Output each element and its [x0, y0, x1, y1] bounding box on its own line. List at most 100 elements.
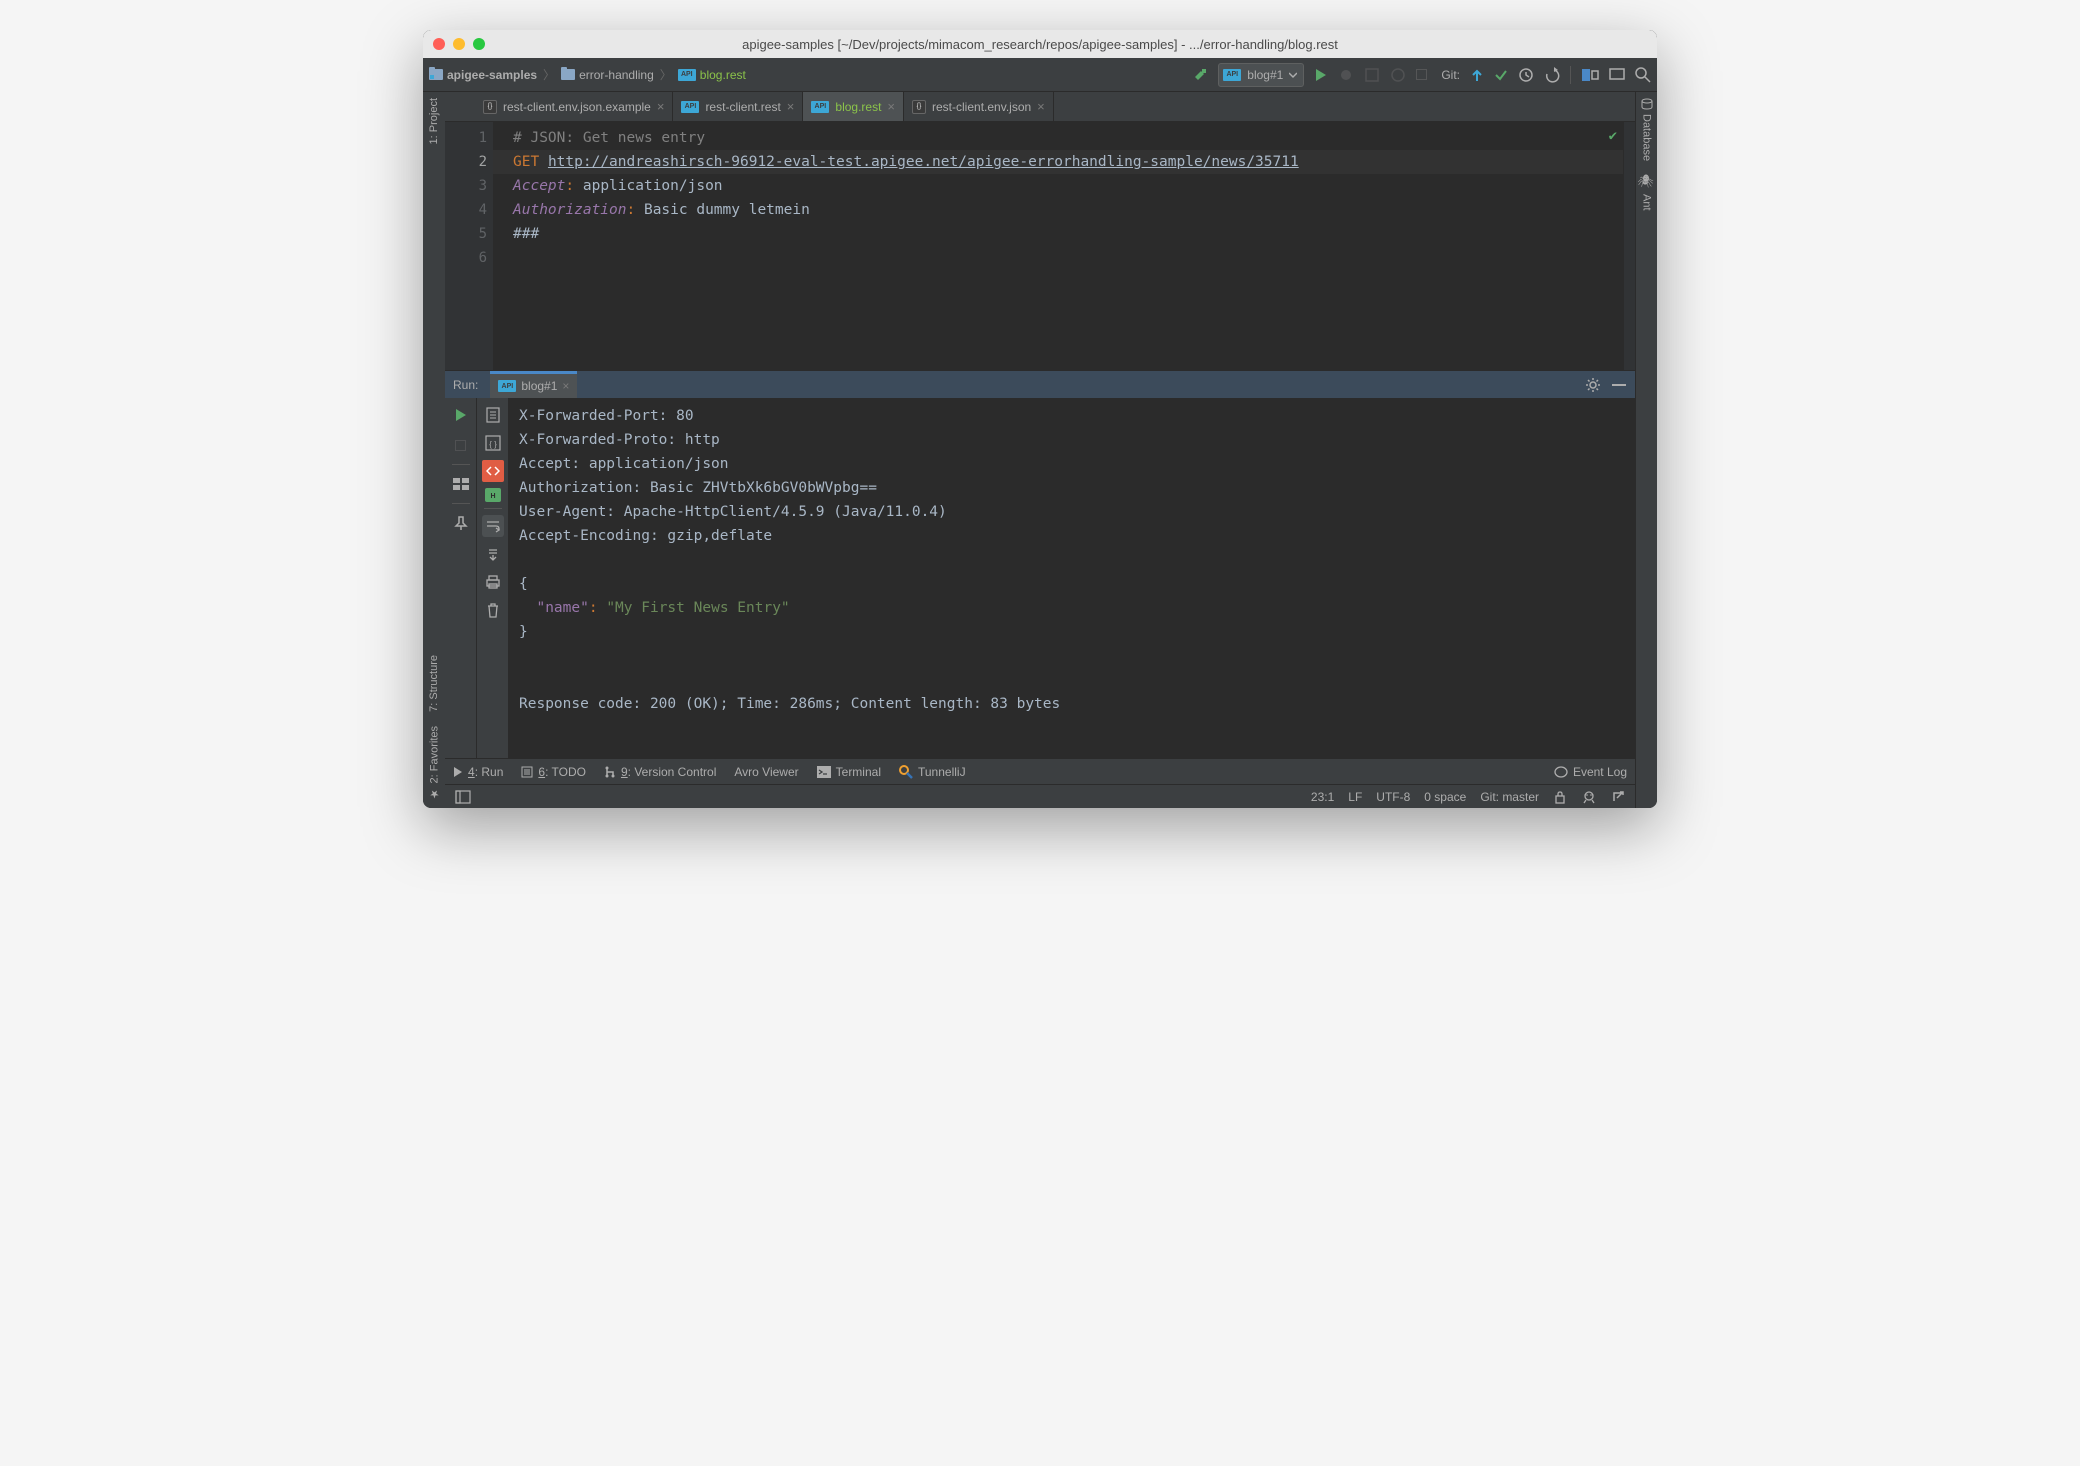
bottom-toolbar: 4: Run4: Run 6: TODO6: TODO 9: Version C…: [445, 758, 1635, 784]
trash-icon[interactable]: [482, 599, 504, 621]
goto-icon[interactable]: [1611, 790, 1625, 804]
favorites-tool[interactable]: ★2: Favorites: [428, 720, 441, 806]
code-separator: ###: [513, 222, 1623, 246]
search-icon[interactable]: [1635, 67, 1651, 83]
output-console[interactable]: X-Forwarded-Port: 80 X-Forwarded-Proto: …: [509, 398, 1635, 758]
api-file-icon: API: [811, 101, 829, 113]
tab-rest-client-env-example[interactable]: {} rest-client.env.json.example ×: [475, 92, 673, 121]
gutter[interactable]: 1 2 3 4 5 6: [445, 122, 493, 370]
header-value: Basic dummy letmein: [644, 202, 810, 218]
left-tool-strip: 1: Project 7: Structure ★2: Favorites: [423, 92, 445, 808]
window-close-icon[interactable]: [433, 38, 445, 50]
line-number[interactable]: 5: [445, 222, 487, 246]
layout-icon[interactable]: [450, 473, 472, 495]
git-update-icon[interactable]: [1470, 68, 1484, 82]
stop-icon[interactable]: [1416, 69, 1427, 80]
window-zoom-icon[interactable]: [473, 38, 485, 50]
vcs-tool-button[interactable]: 9: Version Control9: Version Control: [604, 765, 716, 779]
coverage-icon[interactable]: [1364, 67, 1380, 83]
caret-position[interactable]: 23:1: [1311, 790, 1334, 804]
database-tool[interactable]: Database: [1641, 92, 1653, 167]
folder-icon: [429, 69, 443, 80]
run-tool-header[interactable]: Run: API blog#1 ×: [445, 370, 1635, 398]
line-number[interactable]: 6: [445, 246, 487, 270]
breadcrumb-folder[interactable]: error-handling: [579, 68, 654, 82]
api-file-icon: API: [681, 101, 699, 113]
http-url[interactable]: http://andreashirsch-96912-eval-test.api…: [548, 154, 1299, 170]
structure-popup-icon[interactable]: [1581, 68, 1599, 82]
window-minimize-icon[interactable]: [453, 38, 465, 50]
gear-icon[interactable]: [1585, 377, 1601, 393]
stop-icon[interactable]: [450, 434, 472, 456]
terminal-tool-button[interactable]: Terminal: [817, 765, 881, 779]
header-value: application/json: [583, 178, 723, 194]
breadcrumb-file[interactable]: blog.rest: [700, 68, 746, 82]
ant-tool[interactable]: 🕷 Ant: [1639, 167, 1654, 216]
tab-rest-client-env-json[interactable]: {} rest-client.env.json ×: [904, 92, 1054, 121]
profiler-icon[interactable]: [1390, 67, 1406, 83]
tunnel-tool-button[interactable]: TunnelliJ: [899, 765, 966, 779]
html-view-icon[interactable]: [482, 460, 504, 482]
tab-rest-client-rest[interactable]: API rest-client.rest ×: [673, 92, 803, 121]
api-file-icon: API: [498, 380, 516, 392]
api-file-icon: API: [1223, 69, 1241, 81]
window-title: apigee-samples [~/Dev/projects/mimacom_r…: [433, 37, 1647, 52]
response-header: Accept: application/json: [519, 452, 1635, 476]
breadcrumb[interactable]: apigee-samples 〉 error-handling 〉 APIblo…: [429, 66, 746, 83]
run-tab[interactable]: API blog#1 ×: [490, 371, 577, 398]
encoding[interactable]: UTF-8: [1376, 790, 1410, 804]
doc-icon[interactable]: [482, 404, 504, 426]
indent[interactable]: 0 space: [1424, 790, 1466, 804]
todo-tool-button[interactable]: 6: TODO6: TODO: [521, 765, 586, 779]
revert-icon[interactable]: [1544, 67, 1560, 83]
run-configuration-selector[interactable]: API blog#1: [1218, 63, 1304, 87]
line-number[interactable]: 1: [445, 126, 487, 150]
run-play-icon[interactable]: [1314, 68, 1328, 82]
presentation-icon[interactable]: [1609, 68, 1625, 82]
close-icon[interactable]: ×: [562, 379, 569, 393]
line-number[interactable]: 2: [445, 150, 487, 174]
code-area[interactable]: ✔ # JSON: Get news entry GET http://andr…: [493, 122, 1623, 370]
scroll-to-end-icon[interactable]: [482, 543, 504, 565]
project-tool[interactable]: 1: Project: [428, 92, 440, 150]
har-view-icon[interactable]: H: [485, 488, 501, 502]
close-icon[interactable]: ×: [657, 99, 665, 114]
avro-tool-button[interactable]: Avro Viewer: [734, 765, 798, 779]
print-icon[interactable]: [482, 571, 504, 593]
hide-icon[interactable]: [1611, 379, 1627, 391]
close-icon[interactable]: ×: [887, 99, 895, 114]
run-panel-label: Run:: [453, 378, 478, 392]
lock-icon[interactable]: [1553, 790, 1567, 804]
git-history-icon[interactable]: [1518, 67, 1534, 83]
tab-blog-rest[interactable]: API blog.rest ×: [803, 92, 904, 121]
inspection-ok-icon[interactable]: ✔: [1609, 124, 1617, 148]
line-number[interactable]: 4: [445, 198, 487, 222]
run-mid-toolbar: { } H: [477, 398, 509, 758]
tool-windows-icon[interactable]: [455, 790, 471, 804]
hammer-build-icon[interactable]: [1192, 67, 1208, 83]
event-log-button[interactable]: Event Log: [1554, 765, 1627, 779]
editor[interactable]: 1 2 3 4 5 6 ✔ # JSON: Get news entry GET…: [445, 122, 1635, 370]
line-number[interactable]: 3: [445, 174, 487, 198]
titlebar[interactable]: apigee-samples [~/Dev/projects/mimacom_r…: [423, 30, 1657, 58]
soft-wrap-icon[interactable]: [482, 515, 504, 537]
pin-icon[interactable]: [450, 512, 472, 534]
scrollbar[interactable]: [1623, 122, 1635, 370]
rerun-icon[interactable]: [450, 404, 472, 426]
git-commit-icon[interactable]: [1494, 68, 1508, 82]
chevron-down-icon: [1289, 71, 1297, 79]
breadcrumb-root[interactable]: apigee-samples: [447, 68, 537, 82]
run-tool-button[interactable]: 4: Run4: Run: [453, 765, 503, 779]
close-icon[interactable]: ×: [787, 99, 795, 114]
svg-text:H: H: [490, 493, 495, 500]
line-separator[interactable]: LF: [1348, 790, 1362, 804]
inspector-icon[interactable]: [1581, 790, 1597, 804]
close-icon[interactable]: ×: [1037, 99, 1045, 114]
code-comment: # JSON: Get news entry: [513, 130, 705, 146]
structure-tool[interactable]: 7: Structure: [428, 649, 440, 718]
debug-bug-icon[interactable]: [1338, 67, 1354, 83]
run-config-name: blog#1: [1247, 68, 1283, 82]
git-branch[interactable]: Git: master: [1480, 790, 1539, 804]
run-panel: { } H X-Forwarded-Port: 80 X-Forwarded-P…: [445, 398, 1635, 758]
json-view-icon[interactable]: { }: [482, 432, 504, 454]
